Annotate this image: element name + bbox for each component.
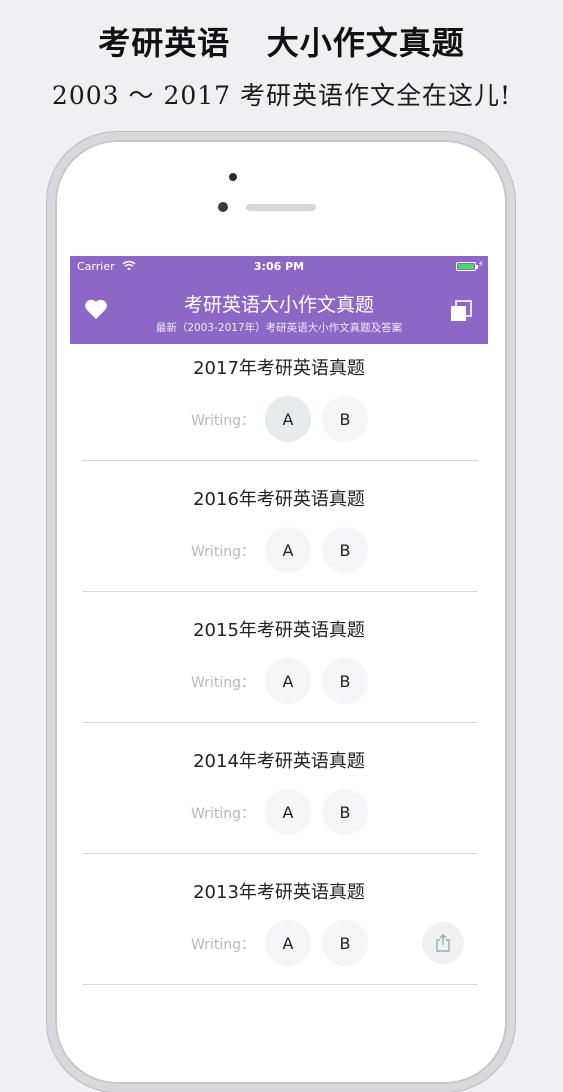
writing-label: Writing： bbox=[191, 806, 255, 822]
writing-label: Writing： bbox=[191, 937, 255, 953]
list-item: 2015年考研英语真题 Writing： A B bbox=[70, 592, 488, 723]
nav-bar: 考研英语大小作文真题 最新（2003-2017年）考研英语大小作文真题及答案 bbox=[70, 278, 488, 344]
writing-b-button[interactable]: B bbox=[322, 789, 368, 835]
earpiece bbox=[246, 204, 316, 211]
writing-b-button[interactable]: B bbox=[322, 527, 368, 573]
year-list: 2017年考研英语真题 Writing： A B 2016年考研英语真题 Wri… bbox=[70, 344, 488, 985]
writing-b-button[interactable]: B bbox=[322, 396, 368, 442]
writing-a-button[interactable]: A bbox=[265, 396, 311, 442]
nav-title: 考研英语大小作文真题 bbox=[183, 294, 374, 316]
writing-label: Writing： bbox=[191, 544, 255, 560]
status-time: 3:06 PM bbox=[253, 260, 305, 273]
row-divider bbox=[82, 984, 478, 985]
writing-a-button[interactable]: A bbox=[265, 789, 311, 835]
nav-subtitle: 最新（2003-2017年）考研英语大小作文真题及答案 bbox=[155, 322, 403, 334]
list-item: 2013年考研英语真题 Writing： A B bbox=[70, 854, 488, 985]
year-title[interactable]: 2015年考研英语真题 bbox=[70, 616, 488, 642]
heart-icon[interactable] bbox=[84, 298, 108, 320]
front-sensor bbox=[229, 173, 237, 181]
status-bar: Carrier 3:06 PM ⚡ bbox=[70, 256, 488, 278]
charging-icon: ⚡ bbox=[477, 260, 484, 270]
writing-label: Writing： bbox=[191, 413, 255, 429]
writing-label: Writing： bbox=[191, 675, 255, 691]
writing-b-button[interactable]: B bbox=[322, 658, 368, 704]
year-title[interactable]: 2014年考研英语真题 bbox=[70, 747, 488, 773]
year-title[interactable]: 2017年考研英语真题 bbox=[70, 354, 488, 380]
app-screen: Carrier 3:06 PM ⚡ 考研英语大小作文真题 最新（2003-201… bbox=[70, 256, 488, 1000]
battery-icon bbox=[456, 262, 478, 271]
share-icon bbox=[436, 934, 450, 952]
year-title[interactable]: 2016年考研英语真题 bbox=[70, 485, 488, 511]
promo-subtitle: 2003 ～ 2017 考研英语作文全在这儿! bbox=[51, 81, 512, 110]
front-camera bbox=[218, 202, 228, 212]
list-item: 2014年考研英语真题 Writing： A B bbox=[70, 723, 488, 854]
writing-a-button[interactable]: A bbox=[265, 658, 311, 704]
year-title[interactable]: 2013年考研英语真题 bbox=[70, 878, 488, 904]
list-item: 2016年考研英语真题 Writing： A B bbox=[70, 461, 488, 592]
share-button[interactable] bbox=[422, 922, 464, 964]
writing-a-button[interactable]: A bbox=[265, 920, 311, 966]
copy-icon[interactable] bbox=[450, 300, 472, 322]
writing-a-button[interactable]: A bbox=[265, 527, 311, 573]
list-item: 2017年考研英语真题 Writing： A B bbox=[70, 344, 488, 461]
writing-b-button[interactable]: B bbox=[322, 920, 368, 966]
promo-title: 考研英语 大小作文真题 bbox=[98, 24, 465, 62]
